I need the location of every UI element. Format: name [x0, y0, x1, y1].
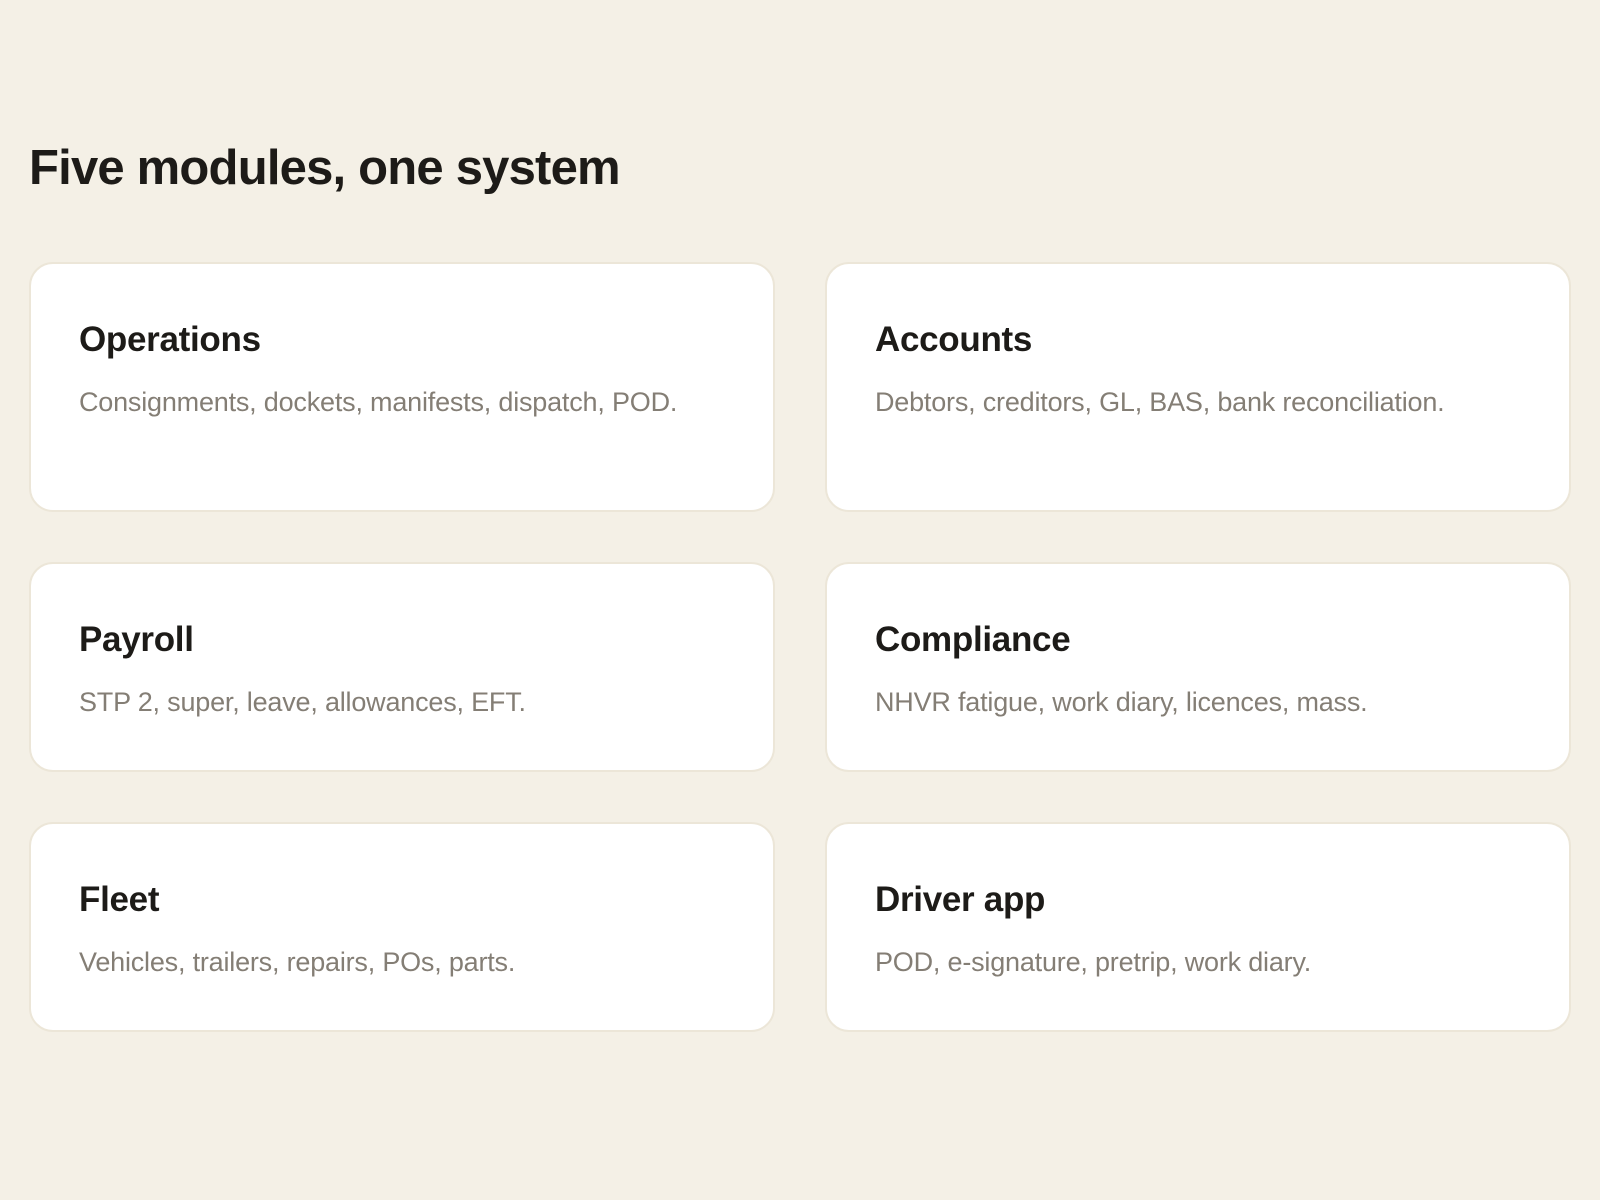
module-title: Compliance [875, 620, 1071, 659]
module-title: Fleet [79, 880, 160, 919]
module-card-payroll: Payroll STP 2, super, leave, allowances,… [29, 562, 775, 772]
module-description: NHVR fatigue, work diary, licences, mass… [875, 687, 1368, 717]
module-title: Driver app [875, 880, 1046, 919]
modules-section: Five modules, one system Operations Cons… [29, 0, 1571, 1200]
module-description: STP 2, super, leave, allowances, EFT. [79, 687, 526, 717]
module-card-accounts: Accounts Debtors, creditors, GL, BAS, ba… [825, 262, 1571, 512]
module-description: POD, e-signature, pretrip, work diary. [875, 947, 1312, 977]
module-title: Payroll [79, 620, 194, 659]
module-description: Consignments, dockets, manifests, dispat… [79, 387, 678, 417]
section-title: Five modules, one system [29, 141, 621, 195]
module-card-driver-app: Driver app POD, e-signature, pretrip, wo… [825, 822, 1571, 1032]
module-description: Debtors, creditors, GL, BAS, bank reconc… [875, 387, 1445, 417]
module-title: Operations [79, 320, 261, 359]
module-card-compliance: Compliance NHVR fatigue, work diary, lic… [825, 562, 1571, 772]
module-title: Accounts [875, 320, 1033, 359]
modules-grid: Operations Consignments, dockets, manife… [29, 262, 1571, 1032]
module-description: Vehicles, trailers, repairs, POs, parts. [79, 947, 516, 977]
module-card-fleet: Fleet Vehicles, trailers, repairs, POs, … [29, 822, 775, 1032]
module-card-operations: Operations Consignments, dockets, manife… [29, 262, 775, 512]
